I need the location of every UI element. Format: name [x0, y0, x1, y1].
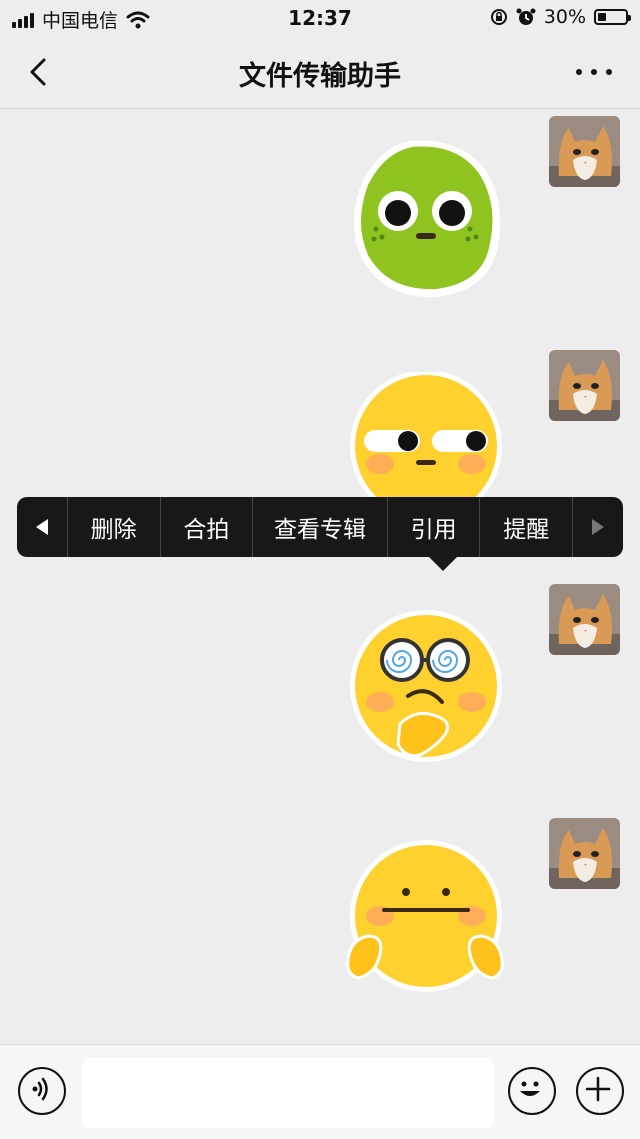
- triangle-left-icon[interactable]: [17, 497, 67, 557]
- triangle-right-icon[interactable]: [572, 497, 623, 557]
- alarm-icon: [516, 8, 536, 25]
- voice-icon[interactable]: [18, 1067, 66, 1115]
- message-context-menu: 删除 合拍 查看专辑 引用 提醒: [17, 497, 623, 571]
- sticker-shrug-face[interactable]: [340, 840, 510, 1010]
- menu-item-view-album[interactable]: 查看专辑: [252, 497, 387, 557]
- sticker-green-lime-face[interactable]: [340, 133, 510, 303]
- rotation-lock-icon: [490, 9, 507, 25]
- menu-item-remind[interactable]: 提醒: [479, 497, 572, 557]
- emoji-icon[interactable]: [508, 1067, 556, 1115]
- more-dots-icon[interactable]: [576, 60, 612, 84]
- message-input[interactable]: [82, 1058, 494, 1128]
- avatar[interactable]: [549, 350, 620, 421]
- battery-percent: 30%: [543, 6, 586, 28]
- avatar[interactable]: [549, 584, 620, 655]
- plus-icon[interactable]: [576, 1067, 624, 1115]
- nav-bar: 文件传输助手: [0, 36, 640, 109]
- menu-item-quote[interactable]: 引用: [386, 497, 480, 557]
- avatar[interactable]: [549, 818, 620, 889]
- status-bar: 中国电信 12:37 30%: [0, 0, 640, 36]
- sticker-dizzy-thinking-face[interactable]: [340, 604, 510, 774]
- page-title: 文件传输助手: [239, 61, 401, 92]
- battery-icon: [594, 9, 631, 25]
- menu-item-delete[interactable]: 删除: [66, 497, 160, 557]
- menu-item-duet[interactable]: 合拍: [159, 497, 253, 557]
- avatar[interactable]: [549, 116, 620, 187]
- input-bar: [0, 1044, 640, 1139]
